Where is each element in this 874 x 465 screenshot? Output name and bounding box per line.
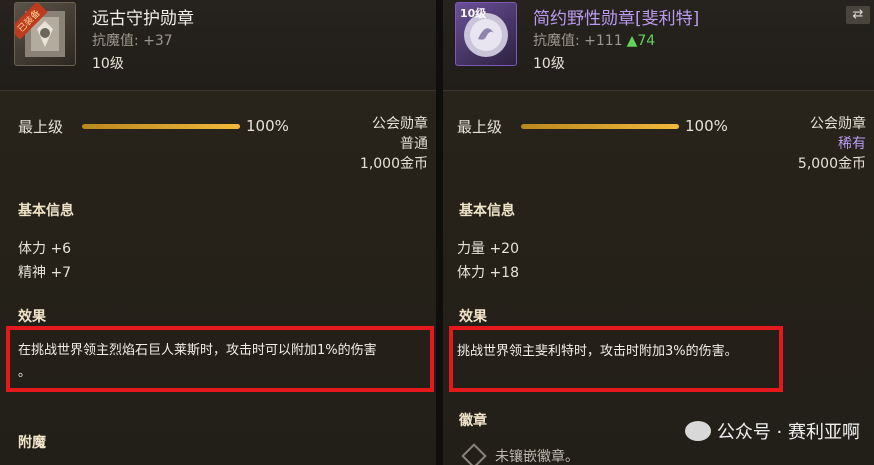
grade-progress-bar	[82, 124, 240, 129]
price-label: 1,000金币	[359, 156, 428, 172]
wechat-icon	[684, 421, 711, 441]
compare-icon[interactable]: ⇄	[846, 6, 870, 24]
item-title: 远古守护勋章	[92, 9, 194, 29]
stat-line: 体力 +6	[18, 241, 72, 257]
watermark: 公众号 · 赛利亚啊	[684, 418, 860, 444]
stat-increase: ▲74	[626, 33, 656, 49]
effect-title: 效果	[459, 309, 487, 325]
item-tooltip-left: 已装备 远古守护勋章 抗魔值: +37 10级 最上级 100% 公会勋章 普通…	[0, 0, 436, 465]
effect-title: 效果	[18, 309, 46, 325]
max-grade-label: 最上级	[18, 118, 64, 136]
magic-resist-stat: 抗魔值: +37	[92, 33, 173, 49]
stat-line: 精神 +7	[18, 265, 72, 281]
guild-info: 公会勋章 稀有 5,000金币	[798, 114, 866, 174]
rarity-label: 稀有	[838, 136, 866, 152]
medal-icon[interactable]: 已装备	[14, 2, 76, 66]
rarity-label: 普通	[400, 136, 428, 152]
item-header: 已装备 远古守护勋章 抗魔值: +37 10级	[0, 0, 436, 91]
grade-progress-bar	[521, 124, 679, 129]
panel-divider	[436, 0, 443, 465]
enchant-title: 附魔	[18, 435, 46, 451]
icon-level-tag: 10级	[460, 7, 487, 20]
item-title: 简约野性勋章[斐利特]	[533, 9, 700, 29]
guild-medal-label: 公会勋章	[810, 116, 866, 132]
item-tooltip-right: 10级 简约野性勋章[斐利特] 抗魔值: +111 ▲74 10级 ⇄ 最上级 1…	[443, 0, 874, 465]
item-header: 10级 简约野性勋章[斐利特] 抗魔值: +111 ▲74 10级 ⇄	[443, 0, 874, 91]
max-grade-label: 最上级	[457, 118, 503, 136]
stat-line: 力量 +20	[457, 241, 519, 257]
emblem-title: 徽章	[459, 413, 487, 429]
basic-info-title: 基本信息	[18, 203, 74, 219]
item-level: 10级	[92, 56, 124, 72]
guild-info: 公会勋章 普通 1,000金币	[360, 114, 428, 174]
effect-description: 挑战世界领主斐利特时，攻击时附加3%的伤害。	[457, 344, 738, 359]
emblem-empty-text: 未镶嵌徽章。	[495, 449, 579, 465]
empty-socket-icon	[461, 443, 487, 465]
basic-info-title: 基本信息	[459, 203, 515, 219]
item-level: 10级	[533, 56, 565, 72]
medal-icon[interactable]: 10级	[455, 2, 517, 66]
grade-progress-text: 100%	[685, 117, 728, 135]
effect-description: 在挑战世界领主烈焰石巨人莱斯时，攻击时可以附加1%的伤害 。	[18, 343, 377, 380]
grade-progress-text: 100%	[246, 117, 289, 135]
magic-resist-stat: 抗魔值: +111 ▲74	[533, 33, 656, 49]
stat-line: 体力 +18	[457, 265, 519, 281]
guild-medal-label: 公会勋章	[372, 116, 428, 132]
price-label: 5,000金币	[797, 156, 866, 172]
